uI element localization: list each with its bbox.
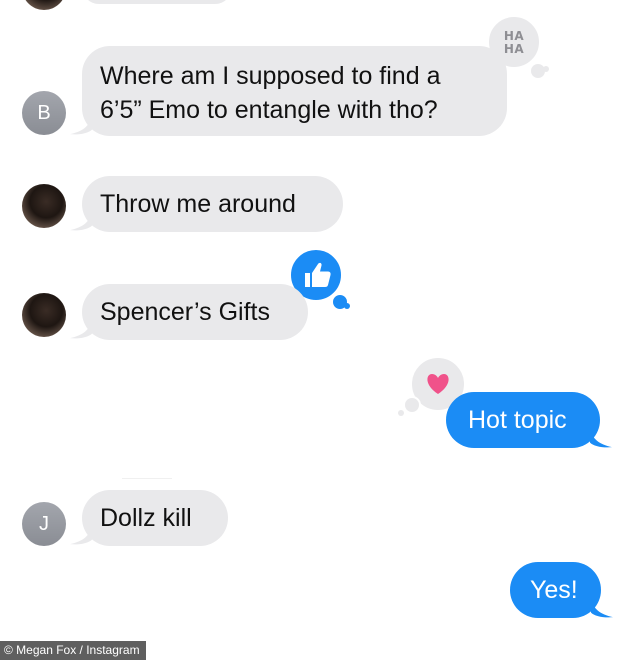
reaction-tail-dot-small: [543, 66, 549, 72]
bubble-tail: [70, 114, 92, 135]
divider: [122, 478, 172, 479]
reaction-tail-dot-small: [398, 410, 404, 416]
message-bubble-outgoing[interactable]: Yes!: [510, 562, 601, 618]
reaction-tail-dot-small: [344, 303, 350, 309]
avatar-b[interactable]: B: [22, 91, 66, 135]
message-text: Throw me around: [100, 190, 296, 218]
message-text: Dollz kill: [100, 504, 192, 532]
avatar-photo[interactable]: [22, 293, 66, 337]
message-text-line: 6’5” Emo to entangle with tho?: [100, 96, 438, 124]
bubble-tail: [70, 524, 92, 545]
reaction-tail-dot: [403, 396, 421, 414]
message-bubble[interactable]: Dollz kill: [82, 490, 228, 546]
bubble-tail: [70, 318, 92, 339]
message-bubble[interactable]: Throw me around: [82, 176, 343, 232]
message-bubble[interactable]: Spencer’s Gifts: [82, 284, 308, 340]
message-bubble[interactable]: Where am I supposed to find a 6’5” Emo t…: [82, 46, 507, 136]
message-bubble-outgoing[interactable]: Hot topic: [446, 392, 600, 448]
message-thread: HA HA Where am I supposed to find a 6’5”…: [0, 0, 634, 660]
bubble-tail: [590, 427, 612, 448]
message-text: Hot topic: [468, 406, 567, 434]
avatar-photo[interactable]: [22, 184, 66, 228]
message-text: Yes!: [530, 576, 578, 604]
bubble-tail: [591, 597, 613, 618]
avatar-j[interactable]: J: [22, 502, 66, 546]
bubble-tail: [70, 210, 92, 231]
message-text-line: Where am I supposed to find a: [100, 62, 441, 90]
photo-credit: © Megan Fox / Instagram: [0, 641, 146, 660]
message-bubble-partial[interactable]: [82, 0, 232, 4]
message-text: Spencer’s Gifts: [100, 298, 270, 326]
avatar-partial[interactable]: [22, 0, 66, 10]
